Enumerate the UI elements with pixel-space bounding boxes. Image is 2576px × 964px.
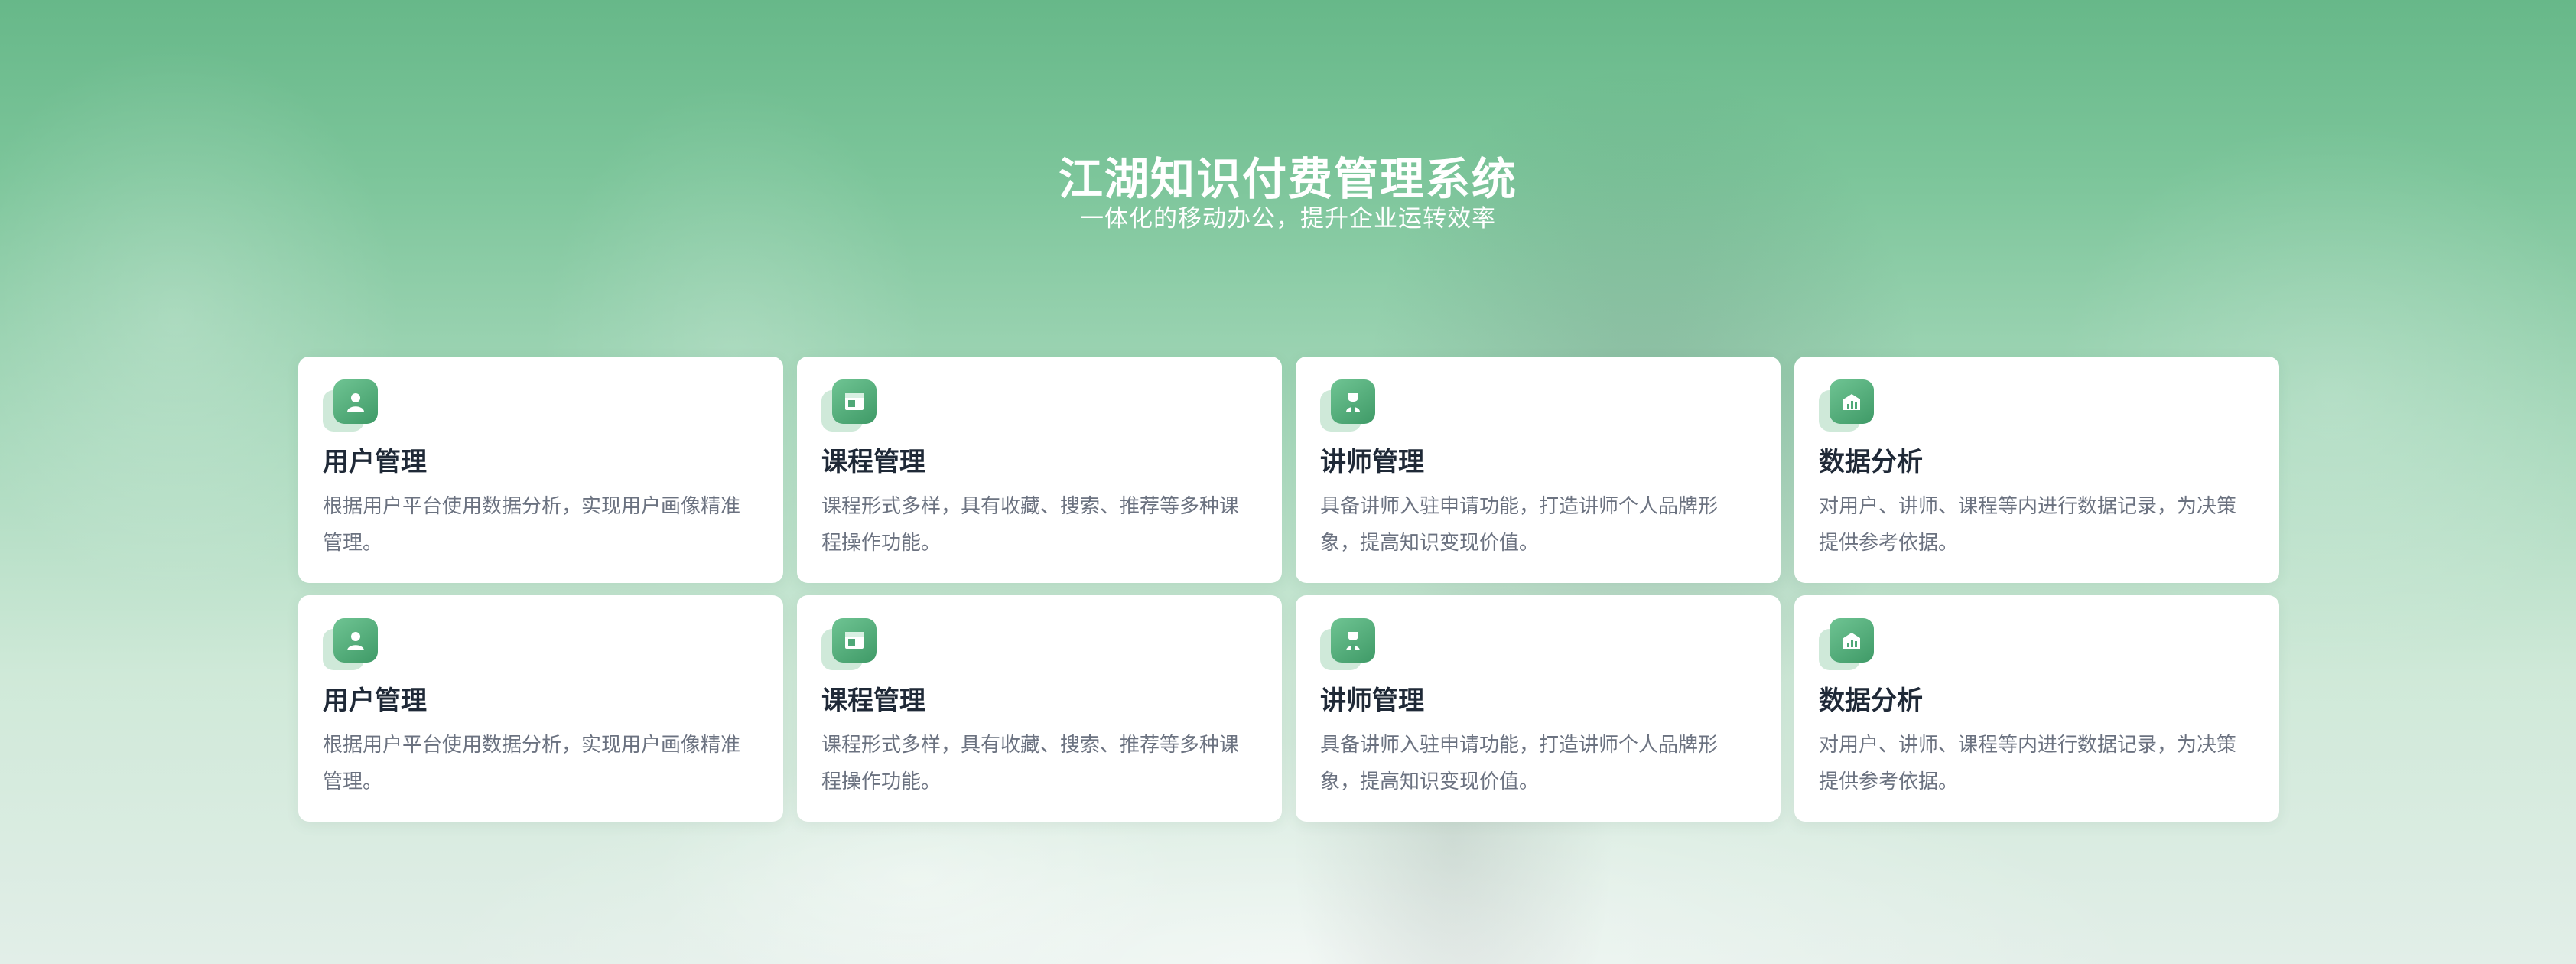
feature-card-description: 具备讲师入驻申请功能，打造讲师个人品牌形象，提高知识变现价值。 [1320,734,1719,793]
feature-card-title: 讲师管理 [1320,686,1424,716]
feature-card-data[interactable]: 数据分析 对用户、讲师、课程等内进行数据记录，为决策提供参考依据。 [1794,595,2279,822]
feature-card-title: 数据分析 [1819,447,1923,477]
teacher-icon [1320,379,1375,435]
feature-card-description: 根据用户平台使用数据分析，实现用户画像精准管理。 [323,495,741,555]
feature-card-title: 讲师管理 [1320,447,1424,477]
user-icon [323,379,378,435]
feature-card-title: 用户管理 [323,447,427,477]
user-icon [323,618,378,673]
feature-card-user[interactable]: 用户管理 根据用户平台使用数据分析，实现用户画像精准管理。 [298,595,783,822]
course-icon [821,379,877,435]
feature-card-description: 课程形式多样，具有收藏、搜索、推荐等多种课程操作功能。 [821,734,1240,793]
feature-card-description: 课程形式多样，具有收藏、搜索、推荐等多种课程操作功能。 [821,495,1240,555]
data-chart-icon [1819,618,1874,673]
feature-card-title: 数据分析 [1819,686,1923,716]
feature-card-course[interactable]: 课程管理 课程形式多样，具有收藏、搜索、推荐等多种课程操作功能。 [797,595,1282,822]
page-title: 江湖知识付费管理系统 [1058,152,1517,205]
feature-card-user[interactable]: 用户管理 根据用户平台使用数据分析，实现用户画像精准管理。 [298,357,783,583]
feature-card-description: 根据用户平台使用数据分析，实现用户画像精准管理。 [323,734,741,793]
page-subtitle: 一体化的移动办公，提升企业运转效率 [1080,205,1496,233]
course-icon [821,618,877,673]
teacher-icon [1320,618,1375,673]
feature-grid: 用户管理 根据用户平台使用数据分析，实现用户画像精准管理。 课程管理 课程形式多… [298,357,2281,822]
feature-card-description: 对用户、讲师、课程等内进行数据记录，为决策提供参考依据。 [1819,495,2237,555]
feature-card-title: 用户管理 [323,686,427,716]
feature-card-course[interactable]: 课程管理 课程形式多样，具有收藏、搜索、推荐等多种课程操作功能。 [797,357,1282,583]
data-chart-icon [1819,379,1874,435]
feature-card-title: 课程管理 [821,447,925,477]
feature-card-data[interactable]: 数据分析 对用户、讲师、课程等内进行数据记录，为决策提供参考依据。 [1794,357,2279,583]
feature-card-teacher[interactable]: 讲师管理 具备讲师入驻申请功能，打造讲师个人品牌形象，提高知识变现价值。 [1296,595,1781,822]
feature-card-teacher[interactable]: 讲师管理 具备讲师入驻申请功能，打造讲师个人品牌形象，提高知识变现价值。 [1296,357,1781,583]
feature-card-description: 具备讲师入驻申请功能，打造讲师个人品牌形象，提高知识变现价值。 [1320,495,1719,555]
feature-card-description: 对用户、讲师、课程等内进行数据记录，为决策提供参考依据。 [1819,734,2237,793]
feature-card-title: 课程管理 [821,686,925,716]
